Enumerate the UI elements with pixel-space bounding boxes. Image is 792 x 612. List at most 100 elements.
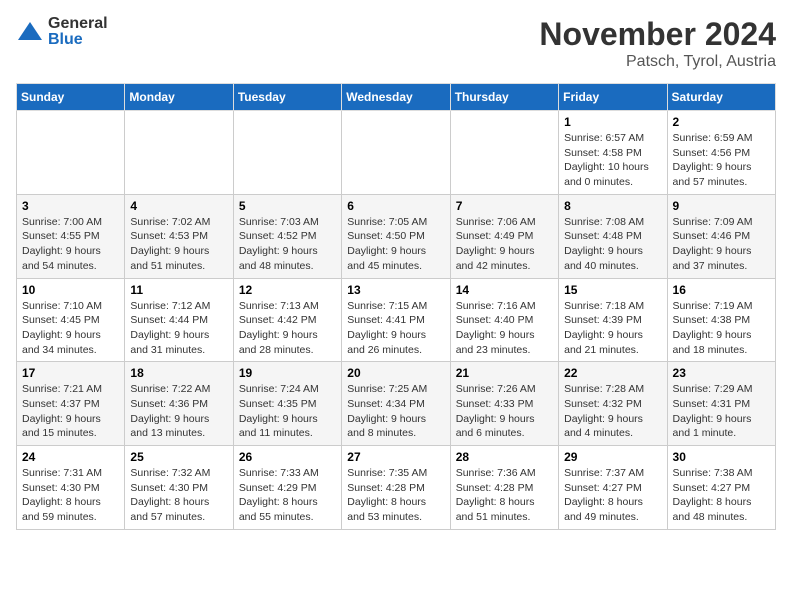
calendar-cell: 6Sunrise: 7:05 AM Sunset: 4:50 PM Daylig… [342,194,450,278]
day-info: Sunrise: 7:31 AM Sunset: 4:30 PM Dayligh… [22,466,119,525]
calendar-cell: 25Sunrise: 7:32 AM Sunset: 4:30 PM Dayli… [125,446,233,530]
day-number: 5 [239,199,336,213]
calendar-cell: 3 Sunrise: 7:00 AM Sunset: 4:55 PM Daylig… [17,194,125,278]
weekday-header: Thursday [450,84,558,111]
calendar-cell: 4Sunrise: 7:02 AM Sunset: 4:53 PM Daylig… [125,194,233,278]
day-number: 20 [347,366,444,380]
day-number: 4 [130,199,227,213]
day-number: 13 [347,283,444,297]
calendar-week-row: 24 Sunrise: 7:31 AM Sunset: 4:30 PM Dayli… [17,446,776,530]
calendar-cell: 18 Sunrise: 7:22 AM Sunset: 4:36 PM Dayli… [125,362,233,446]
logo-icon [16,18,44,46]
calendar-header: SundayMondayTuesdayWednesdayThursdayFrid… [17,84,776,111]
calendar-cell: 12Sunrise: 7:13 AM Sunset: 4:42 PM Dayli… [233,278,341,362]
day-info: Sunrise: 7:22 AM Sunset: 4:36 PM Dayligh… [130,382,227,441]
day-info: Sunrise: 7:00 AM Sunset: 4:55 PM Dayligh… [22,215,119,274]
calendar-cell: 7Sunrise: 7:06 AM Sunset: 4:49 PM Daylig… [450,194,558,278]
day-info: Sunrise: 7:24 AM Sunset: 4:35 PM Dayligh… [239,382,336,441]
day-number: 2 [673,115,770,129]
logo-general: General [48,16,108,32]
day-info: Sunrise: 7:12 AM Sunset: 4:44 PM Dayligh… [130,299,227,358]
calendar-cell [17,111,125,195]
calendar-cell: 16 Sunrise: 7:19 AM Sunset: 4:38 PM Dayli… [667,278,775,362]
day-info: Sunrise: 7:13 AM Sunset: 4:42 PM Dayligh… [239,299,336,358]
day-number: 6 [347,199,444,213]
day-number: 21 [456,366,553,380]
calendar-cell: 27Sunrise: 7:35 AM Sunset: 4:28 PM Dayli… [342,446,450,530]
weekday-header: Sunday [17,84,125,111]
calendar-body: 1 Sunrise: 6:57 AM Sunset: 4:58 PM Daylig… [17,111,776,530]
logo-blue: Blue [48,32,108,48]
calendar-cell: 22 Sunrise: 7:28 AM Sunset: 4:32 PM Dayli… [559,362,667,446]
calendar-cell: 21 Sunrise: 7:26 AM Sunset: 4:33 PM Dayli… [450,362,558,446]
day-info: Sunrise: 7:15 AM Sunset: 4:41 PM Dayligh… [347,299,444,358]
day-info: Sunrise: 7:06 AM Sunset: 4:49 PM Dayligh… [456,215,553,274]
day-info: Sunrise: 7:36 AM Sunset: 4:28 PM Dayligh… [456,466,553,525]
calendar-cell: 30 Sunrise: 7:38 AM Sunset: 4:27 PM Dayli… [667,446,775,530]
weekday-header: Saturday [667,84,775,111]
month-title: November 2024 [539,16,776,53]
calendar-cell: 29 Sunrise: 7:37 AM Sunset: 4:27 PM Dayli… [559,446,667,530]
day-number: 1 [564,115,661,129]
day-info: Sunrise: 6:57 AM Sunset: 4:58 PM Dayligh… [564,131,661,190]
day-number: 29 [564,450,661,464]
calendar-cell: 28 Sunrise: 7:36 AM Sunset: 4:28 PM Dayli… [450,446,558,530]
day-info: Sunrise: 7:38 AM Sunset: 4:27 PM Dayligh… [673,466,770,525]
day-info: Sunrise: 7:28 AM Sunset: 4:32 PM Dayligh… [564,382,661,441]
day-info: Sunrise: 7:29 AM Sunset: 4:31 PM Dayligh… [673,382,770,441]
logo: General Blue [16,16,108,48]
day-number: 16 [673,283,770,297]
day-number: 30 [673,450,770,464]
day-number: 22 [564,366,661,380]
day-info: Sunrise: 7:25 AM Sunset: 4:34 PM Dayligh… [347,382,444,441]
calendar-week-row: 1 Sunrise: 6:57 AM Sunset: 4:58 PM Daylig… [17,111,776,195]
day-info: Sunrise: 7:03 AM Sunset: 4:52 PM Dayligh… [239,215,336,274]
header: General Blue November 2024 Patsch, Tyrol… [16,16,776,71]
day-number: 18 [130,366,227,380]
weekday-header: Wednesday [342,84,450,111]
calendar-cell: 11Sunrise: 7:12 AM Sunset: 4:44 PM Dayli… [125,278,233,362]
day-info: Sunrise: 7:37 AM Sunset: 4:27 PM Dayligh… [564,466,661,525]
day-number: 3 [22,199,119,213]
calendar-cell: 15 Sunrise: 7:18 AM Sunset: 4:39 PM Dayli… [559,278,667,362]
day-number: 19 [239,366,336,380]
calendar-cell [125,111,233,195]
day-info: Sunrise: 7:21 AM Sunset: 4:37 PM Dayligh… [22,382,119,441]
day-number: 25 [130,450,227,464]
weekday-header: Tuesday [233,84,341,111]
calendar-cell: 8Sunrise: 7:08 AM Sunset: 4:48 PM Daylig… [559,194,667,278]
calendar-week-row: 17Sunrise: 7:21 AM Sunset: 4:37 PM Dayli… [17,362,776,446]
calendar-cell: 9 Sunrise: 7:09 AM Sunset: 4:46 PM Daylig… [667,194,775,278]
day-number: 14 [456,283,553,297]
calendar-cell: 13 Sunrise: 7:15 AM Sunset: 4:41 PM Dayli… [342,278,450,362]
day-number: 9 [673,199,770,213]
calendar-cell: 2 Sunrise: 6:59 AM Sunset: 4:56 PM Daylig… [667,111,775,195]
day-number: 26 [239,450,336,464]
day-info: Sunrise: 7:18 AM Sunset: 4:39 PM Dayligh… [564,299,661,358]
calendar-cell [450,111,558,195]
day-number: 28 [456,450,553,464]
weekday-row: SundayMondayTuesdayWednesdayThursdayFrid… [17,84,776,111]
weekday-header: Monday [125,84,233,111]
day-info: Sunrise: 7:10 AM Sunset: 4:45 PM Dayligh… [22,299,119,358]
title-area: November 2024 Patsch, Tyrol, Austria [539,16,776,71]
day-info: Sunrise: 7:35 AM Sunset: 4:28 PM Dayligh… [347,466,444,525]
day-info: Sunrise: 6:59 AM Sunset: 4:56 PM Dayligh… [673,131,770,190]
day-info: Sunrise: 7:19 AM Sunset: 4:38 PM Dayligh… [673,299,770,358]
day-info: Sunrise: 7:26 AM Sunset: 4:33 PM Dayligh… [456,382,553,441]
calendar-table: SundayMondayTuesdayWednesdayThursdayFrid… [16,83,776,530]
calendar-cell: 14Sunrise: 7:16 AM Sunset: 4:40 PM Dayli… [450,278,558,362]
calendar-cell: 24 Sunrise: 7:31 AM Sunset: 4:30 PM Dayli… [17,446,125,530]
calendar-cell: 26 Sunrise: 7:33 AM Sunset: 4:29 PM Dayli… [233,446,341,530]
calendar-week-row: 3 Sunrise: 7:00 AM Sunset: 4:55 PM Daylig… [17,194,776,278]
day-info: Sunrise: 7:33 AM Sunset: 4:29 PM Dayligh… [239,466,336,525]
calendar-cell: 20 Sunrise: 7:25 AM Sunset: 4:34 PM Dayli… [342,362,450,446]
calendar-cell: 5 Sunrise: 7:03 AM Sunset: 4:52 PM Daylig… [233,194,341,278]
day-number: 24 [22,450,119,464]
day-info: Sunrise: 7:09 AM Sunset: 4:46 PM Dayligh… [673,215,770,274]
calendar-cell: 10Sunrise: 7:10 AM Sunset: 4:45 PM Dayli… [17,278,125,362]
calendar-cell [342,111,450,195]
calendar-cell: 1 Sunrise: 6:57 AM Sunset: 4:58 PM Daylig… [559,111,667,195]
day-number: 15 [564,283,661,297]
calendar-cell [233,111,341,195]
